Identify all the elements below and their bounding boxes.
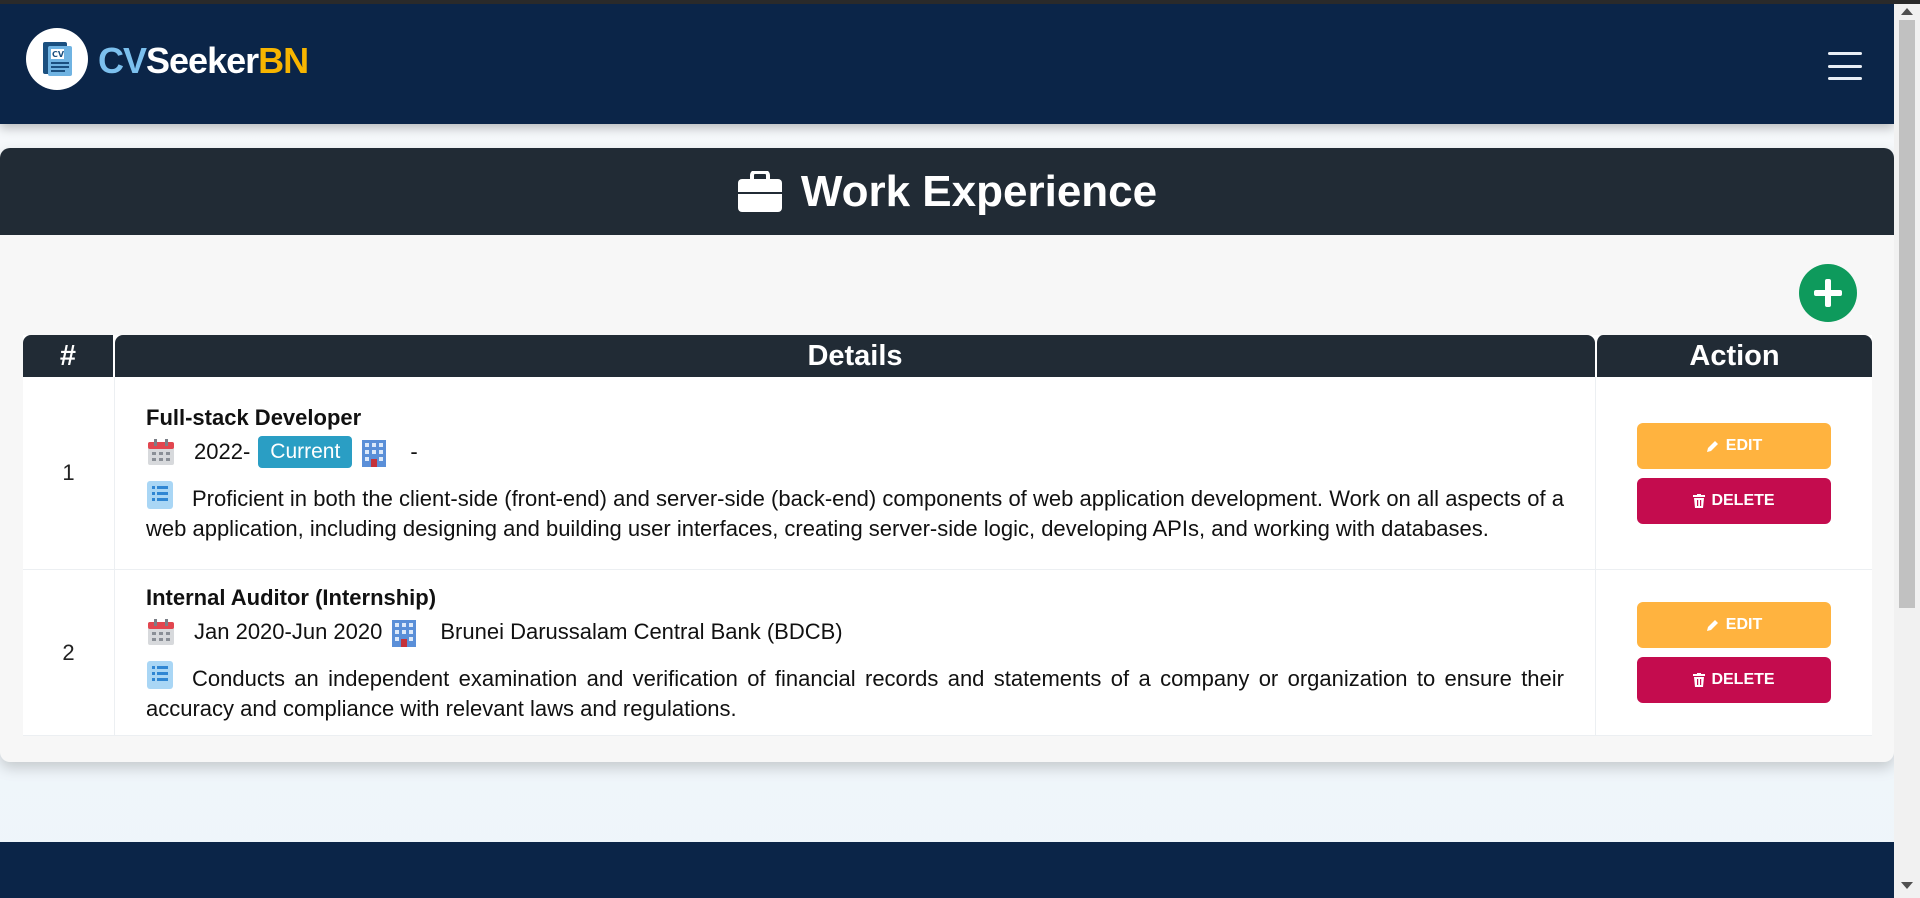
- row-number: 2: [23, 570, 115, 736]
- brand-part-bn: BN: [258, 40, 309, 81]
- row-details: Full-stack Developer 2022- Current - Pro…: [115, 377, 1595, 570]
- job-meta: 2022- Current -: [146, 434, 1564, 470]
- card-header: Work Experience: [0, 148, 1894, 235]
- logo-text: CV: [52, 50, 65, 59]
- row-actions: EDIT DELETE: [1595, 570, 1872, 736]
- delete-button-label: DELETE: [1711, 491, 1775, 509]
- job-meta: Jan 2020-Jun 2020 Brunei Darussalam Cent…: [146, 614, 1564, 650]
- job-date: 2022-: [194, 439, 251, 464]
- edit-button[interactable]: EDIT: [1637, 602, 1831, 648]
- current-badge: Current: [258, 436, 353, 468]
- page-viewport: CV CVSeekerBN Work Experience # Details …: [0, 0, 1894, 898]
- header-details: Details: [115, 335, 1595, 377]
- delete-button[interactable]: DELETE: [1637, 477, 1831, 524]
- header-action: Action: [1595, 335, 1872, 377]
- building-icon: [392, 619, 417, 647]
- company-name: Brunei Darussalam Central Bank (BDCB): [440, 618, 843, 644]
- row-number: 1: [23, 377, 115, 570]
- plus-icon: [1814, 279, 1842, 307]
- job-title: Internal Auditor (Internship): [146, 584, 437, 610]
- job-date: Jan 2020-Jun 2020: [194, 618, 383, 644]
- calendar-icon: [148, 439, 174, 465]
- list-icon: [147, 660, 173, 689]
- brand-name[interactable]: CVSeekerBN: [98, 40, 309, 82]
- footer: [0, 842, 1894, 898]
- cv-logo-icon[interactable]: CV: [26, 28, 88, 90]
- hamburger-menu-icon[interactable]: [1828, 52, 1862, 80]
- scroll-up-arrow-icon[interactable]: [1901, 8, 1913, 15]
- company-name: -: [410, 439, 418, 464]
- description-text: Proficient in both the client-side (fron…: [146, 486, 1564, 541]
- add-experience-button[interactable]: [1799, 264, 1857, 322]
- delete-button-label: DELETE: [1711, 671, 1775, 688]
- trash-icon: [1693, 493, 1706, 508]
- briefcase-icon: [737, 170, 782, 212]
- page-title: Work Experience: [800, 166, 1158, 216]
- delete-button[interactable]: DELETE: [1637, 657, 1831, 703]
- row-actions: EDIT DELETE: [1595, 377, 1872, 570]
- building-icon: [362, 440, 387, 467]
- table-header-row: # Details Action: [23, 335, 1872, 377]
- table-row: 1 Full-stack Developer 2022- Current - P…: [23, 377, 1872, 570]
- calendar-icon: [148, 618, 174, 645]
- edit-button-label: EDIT: [1725, 436, 1763, 454]
- header-number: #: [23, 335, 115, 377]
- job-description: Conducts an independent examination and …: [146, 660, 1564, 724]
- description-text: Conducts an independent examination and …: [146, 665, 1564, 721]
- page-scrollbar[interactable]: [1894, 4, 1920, 898]
- pencil-icon: [1706, 620, 1718, 631]
- job-description: Proficient in both the client-side (fron…: [146, 480, 1564, 544]
- brand-part-seeker: Seeker: [146, 40, 259, 81]
- scrollbar-thumb[interactable]: [1899, 20, 1915, 608]
- row-details: Internal Auditor (Internship) Jan 2020-J…: [115, 570, 1595, 736]
- edit-button-label: EDIT: [1725, 616, 1763, 633]
- job-title: Full-stack Developer: [146, 405, 362, 430]
- experience-table: # Details Action 1 Full-stack Developer: [23, 335, 1872, 736]
- navbar: CV CVSeekerBN: [0, 4, 1894, 124]
- pencil-icon: [1706, 440, 1718, 452]
- table-row: 2 Internal Auditor (Internship) Jan 2020…: [23, 570, 1872, 736]
- list-icon: [147, 481, 173, 509]
- trash-icon: [1693, 673, 1706, 687]
- brand-part-cv: CV: [98, 40, 147, 81]
- edit-button[interactable]: EDIT: [1637, 422, 1831, 469]
- work-experience-card: Work Experience # Details Action 1 Full-…: [0, 148, 1894, 762]
- scroll-down-arrow-icon[interactable]: [1901, 882, 1913, 889]
- window-top-border: [0, 0, 1920, 4]
